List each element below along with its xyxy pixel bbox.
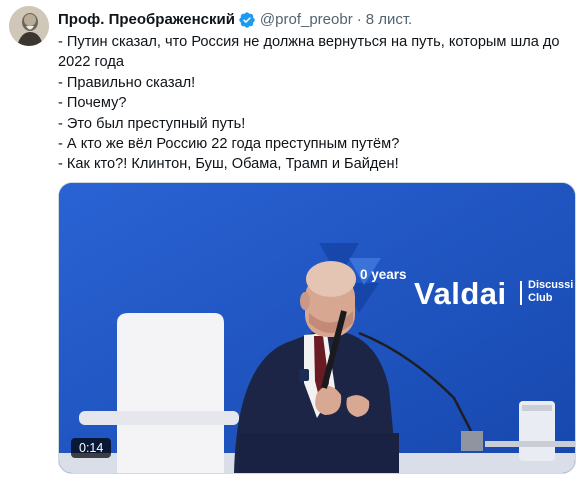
video-frame [59,183,575,473]
tweet-card[interactable]: Проф. Преображенский @prof_preobr · 8 ли… [0,0,581,480]
tweet-line: - Как кто?! Клинтон, Буш, Обама, Трамп и… [58,156,399,173]
video-player[interactable]: 0 years Valdai Discussi Club 0:14 [58,182,576,474]
tweet-line: - Почему? [58,95,127,112]
video-duration-badge: 0:14 [71,438,112,458]
backdrop-years-text: 0 years [360,267,407,282]
tweet-line: - А кто же вёл Россию 22 года преступным… [58,136,400,153]
separator-dot: · [356,11,362,28]
backdrop-subtitle-line: Club [528,292,553,304]
display-name[interactable]: Проф. Преображенский [58,10,235,30]
tweet-text: - Путин сказал, что Россия не должна вер… [58,32,574,175]
avatar-portrait-icon [9,6,49,46]
backdrop-divider [520,281,522,305]
tweet-line: - Правильно сказал! [58,74,196,91]
tweet-timestamp[interactable]: 8 лист. [366,10,413,30]
tweet-header: Проф. Преображенский @prof_preobr · 8 ли… [58,10,412,30]
backdrop-brand-logo: Valdai [414,276,507,311]
tweet-line: - Путин сказал, что Россия не должна вер… [58,34,560,71]
backdrop-subtitle-line: Discussi [528,279,574,291]
avatar[interactable] [9,6,49,46]
backdrop-subtitle: Discussi Club [528,279,573,305]
user-handle[interactable]: @prof_preobr [260,10,353,30]
verified-badge-icon[interactable] [238,11,256,29]
tweet-line: - Это был преступный путь! [58,115,246,132]
